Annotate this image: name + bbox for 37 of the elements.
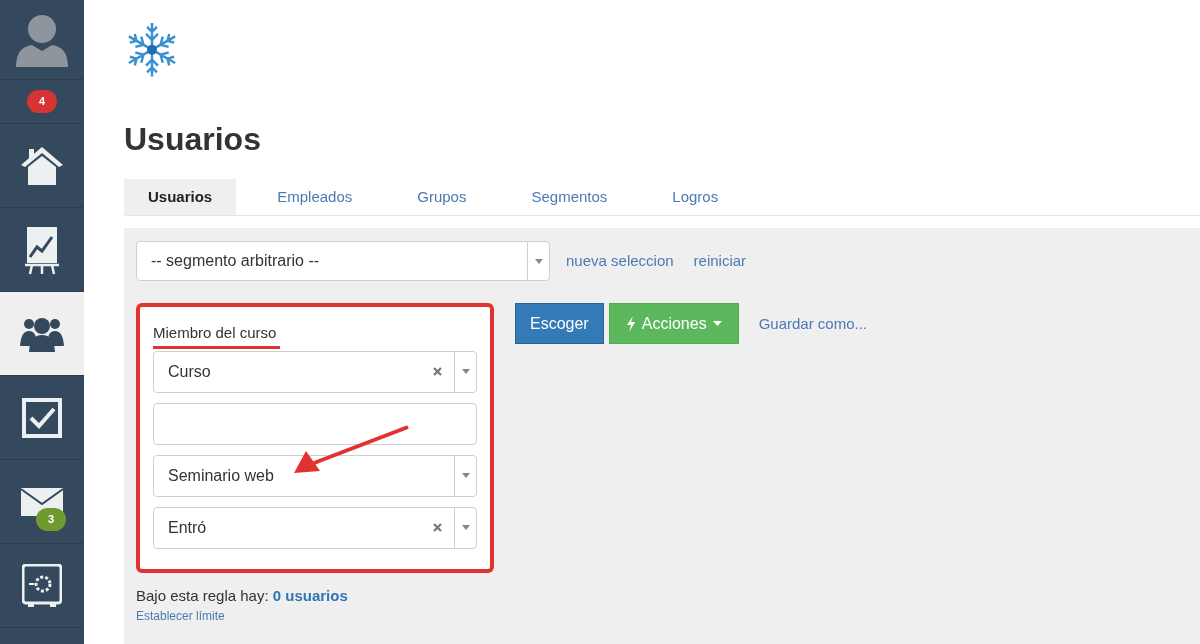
text-field[interactable]: [153, 402, 477, 445]
set-limit-link[interactable]: Establecer límite: [136, 607, 1200, 626]
clear-icon[interactable]: [433, 523, 442, 533]
caret-icon: [712, 321, 722, 327]
caret-icon[interactable]: [461, 525, 470, 531]
safe-icon: [22, 563, 62, 608]
select-field[interactable]: Entró: [153, 506, 477, 549]
caret-icon[interactable]: [534, 258, 543, 264]
rule-title: Miembro del curso: [153, 322, 281, 349]
actions-button[interactable]: Acciones: [608, 303, 739, 345]
clear-icon[interactable]: [433, 367, 442, 377]
select-value: Entró: [167, 517, 208, 538]
save-as-link[interactable]: Guardar como...: [758, 312, 867, 336]
select-value: -- segmento arbitrario --: [150, 251, 321, 272]
lightning-icon: [625, 315, 636, 332]
select-field[interactable]: Seminario web: [153, 454, 477, 497]
link[interactable]: reiniciar: [693, 250, 747, 273]
sidebar-item[interactable]: [0, 292, 84, 376]
caret-icon[interactable]: [461, 473, 470, 479]
link[interactable]: nueva seleccion: [566, 250, 674, 273]
count-badge: 3: [36, 508, 67, 531]
select-value: Curso: [167, 361, 212, 382]
select-value: Seminario web: [167, 465, 275, 486]
notification-badge: 4: [26, 90, 58, 113]
segment-select[interactable]: -- segmento arbitrario --: [136, 241, 550, 282]
checkbox-icon: [22, 397, 62, 438]
home-icon: [19, 144, 65, 187]
avatar-icon[interactable]: [14, 12, 70, 67]
caret-icon[interactable]: [461, 369, 470, 375]
tab[interactable]: Usuarios: [124, 179, 237, 216]
page-title: Usuarios: [124, 120, 262, 160]
rule-summary: Bajo esta regla hay:: [136, 586, 269, 604]
chart-board-icon: [24, 224, 60, 275]
choose-button[interactable]: Escoger: [515, 303, 604, 345]
users-icon: [20, 315, 64, 352]
select-field[interactable]: Curso: [153, 350, 477, 393]
user-count-link[interactable]: 0 usuarios: [272, 586, 348, 604]
